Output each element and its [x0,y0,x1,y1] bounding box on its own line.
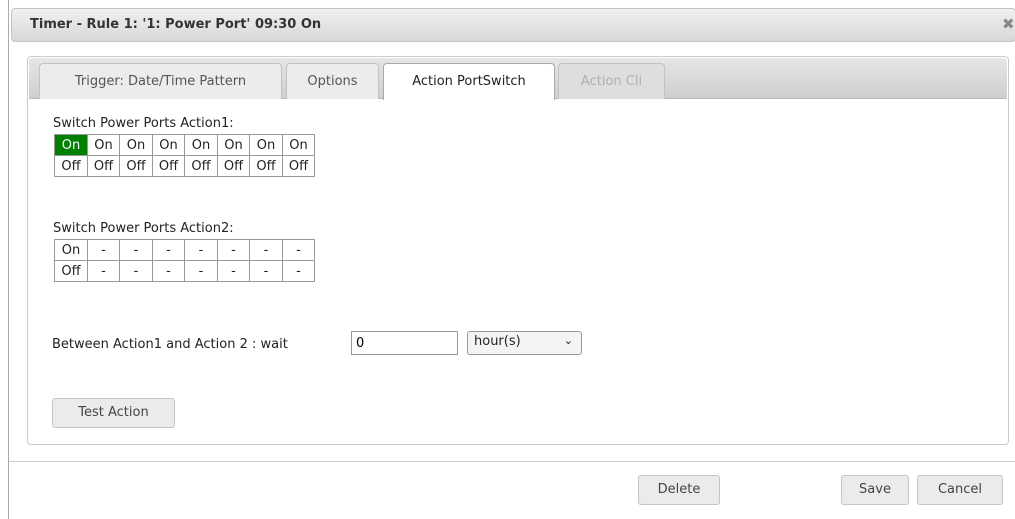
tabs-panel: Trigger: Date/Time Pattern Options Actio… [27,56,1009,445]
dialog-titlebar[interactable]: Timer - Rule 1: '1: Power Port' 09:30 On… [11,8,1015,42]
cancel-button[interactable]: Cancel [917,475,1003,505]
action2-port-table: On - - - - - - - Off - - - - - - - [54,239,315,282]
action1-on-port-1[interactable]: On [54,134,88,156]
action1-off-port-4[interactable]: Off [152,155,185,177]
wait-unit-select[interactable]: hour(s) ⌄ [467,331,582,355]
action2-on-port-5[interactable]: - [184,239,218,261]
tab-action-portswitch[interactable]: Action PortSwitch [383,63,555,100]
action1-off-port-3[interactable]: Off [119,155,153,177]
action1-port-table: On On On On On On On On Off Off Off Off Off Off Off Of… [54,134,315,177]
action1-on-port-8[interactable]: On [282,134,315,156]
action1-on-port-3[interactable]: On [119,134,153,156]
action1-off-port-5[interactable]: Off [184,155,218,177]
delete-button[interactable]: Delete [638,475,720,505]
action1-off-port-8[interactable]: Off [282,155,315,177]
action2-off-port-4[interactable]: - [152,260,185,282]
action2-off-port-8[interactable]: - [282,260,315,282]
action1-off-port-7[interactable]: Off [249,155,283,177]
wait-input[interactable] [351,331,458,355]
tab-bar: Trigger: Date/Time Pattern Options Actio… [29,58,1007,100]
test-action-button[interactable]: Test Action [52,398,175,428]
action1-on-port-7[interactable]: On [249,134,283,156]
action2-on-port-4[interactable]: - [152,239,185,261]
action2-off-port-2[interactable]: - [87,260,120,282]
action1-on-port-5[interactable]: On [184,134,218,156]
dialog-title: Timer - Rule 1: '1: Power Port' 09:30 On [30,17,322,32]
action2-on-port-3[interactable]: - [119,239,153,261]
action1-on-port-4[interactable]: On [152,134,185,156]
footer-divider [9,461,1015,462]
tab-action-cli: Action Cli [558,63,665,99]
action2-on-port-8[interactable]: - [282,239,315,261]
tab-options[interactable]: Options [286,63,379,99]
action1-label: Switch Power Ports Action1: [53,116,234,131]
action2-label: Switch Power Ports Action2: [53,221,234,236]
tab-trigger[interactable]: Trigger: Date/Time Pattern [39,63,282,99]
action1-off-port-1[interactable]: Off [54,155,88,177]
chevron-down-icon: ⌄ [563,334,573,347]
action2-off-port-5[interactable]: - [184,260,218,282]
action1-off-port-2[interactable]: Off [87,155,120,177]
wait-unit-value: hour(s) [474,334,521,349]
save-button[interactable]: Save [841,475,909,505]
action1-on-port-2[interactable]: On [87,134,120,156]
action2-off-port-7[interactable]: - [249,260,283,282]
wait-label: Between Action1 and Action 2 : wait [52,337,288,352]
action2-off-port-1[interactable]: Off [54,260,88,282]
timer-dialog: Timer - Rule 1: '1: Power Port' 09:30 On… [8,0,1015,519]
action1-off-port-6[interactable]: Off [217,155,250,177]
action2-on-port-2[interactable]: - [87,239,120,261]
action2-on-port-1[interactable]: On [54,239,88,261]
action2-off-port-6[interactable]: - [217,260,250,282]
close-icon[interactable]: ✖ [1002,15,1015,33]
action2-on-port-6[interactable]: - [217,239,250,261]
action1-on-port-6[interactable]: On [217,134,250,156]
action2-off-port-3[interactable]: - [119,260,153,282]
action2-on-port-7[interactable]: - [249,239,283,261]
